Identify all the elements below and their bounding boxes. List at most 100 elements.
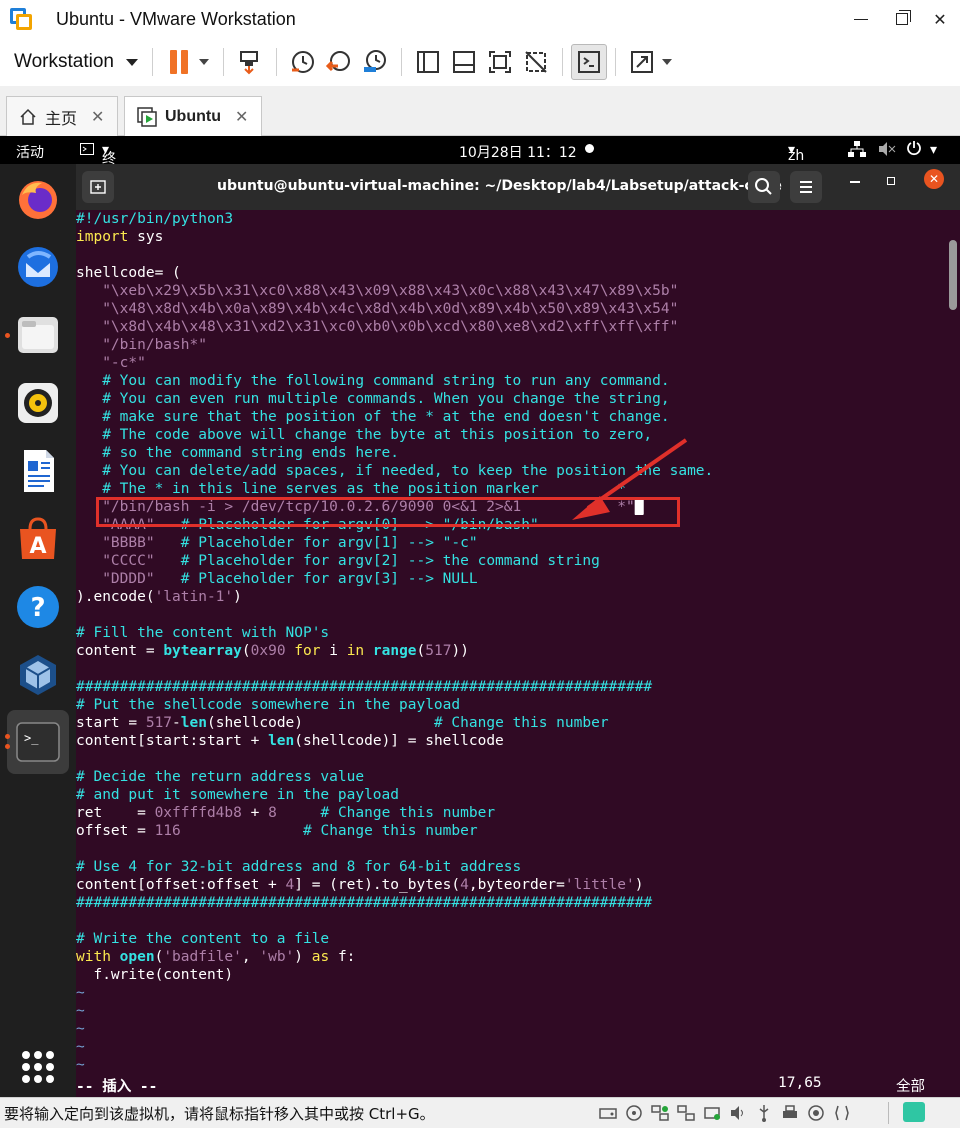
pause-button[interactable] <box>161 44 197 80</box>
workstation-menu[interactable]: Workstation <box>14 51 114 73</box>
terminal-console-icon <box>577 51 600 73</box>
revert-icon <box>325 51 350 72</box>
hamburger-menu-icon <box>800 181 812 193</box>
snapshot-button[interactable] <box>285 44 321 80</box>
scroll-position: 全部 <box>896 1079 925 1095</box>
vm-display[interactable]: 活动 终端 ▾ 10月28日 11：12 zh ▾ ▾ <box>0 136 960 1097</box>
chevron-down-icon[interactable] <box>125 58 138 66</box>
camera-icon[interactable] <box>806 1103 826 1123</box>
terminal-icon <box>80 142 94 159</box>
svg-text:?: ? <box>30 593 45 623</box>
activities-button[interactable]: 活动 <box>16 142 44 162</box>
close-icon[interactable]: ✕ <box>235 107 248 127</box>
snapshot-manager-button[interactable] <box>357 44 393 80</box>
device-icons <box>598 1103 852 1123</box>
svg-text:A: A <box>29 534 46 559</box>
volume-muted-icon[interactable] <box>878 142 896 160</box>
clock-snapshot-icon <box>291 51 314 73</box>
show-applications-icon[interactable] <box>14 1043 62 1091</box>
libreoffice-writer-icon[interactable] <box>14 447 62 495</box>
full-screen-button[interactable] <box>624 44 660 80</box>
window-title-bar: Ubuntu - VMware Workstation ✕ <box>0 0 960 38</box>
clock[interactable]: 10月28日 11：12 <box>459 142 577 162</box>
toolbar-divider <box>400 48 402 76</box>
tab-bar: 主页 ✕ Ubuntu ✕ <box>0 86 960 136</box>
fullscreen-icon <box>630 51 653 73</box>
annotation-arrow <box>572 438 688 520</box>
close-icon[interactable]: ✕ <box>922 0 958 38</box>
notification-dot <box>585 144 594 153</box>
vmware-toolbar: Workstation <box>0 38 960 86</box>
fit-window-icon <box>488 51 511 73</box>
maximize-icon[interactable] <box>884 0 920 38</box>
terminal-text-area[interactable]: #!/usr/bin/python3 import sys shellcode= (… <box>76 210 946 1097</box>
help-icon[interactable]: ? <box>14 583 62 631</box>
sidebar-toggle-button[interactable] <box>410 44 446 80</box>
running-indicator <box>5 734 10 739</box>
terminal-scrollbar[interactable] <box>949 240 957 310</box>
tab-label: Ubuntu <box>165 107 221 125</box>
tab-home[interactable]: 主页 ✕ <box>6 96 118 136</box>
cursor-position: 17,65 <box>778 1075 822 1091</box>
minimize-icon[interactable] <box>850 181 860 183</box>
app-menu[interactable]: 终端 ▾ <box>102 142 116 187</box>
new-tab-button[interactable] <box>82 171 114 203</box>
fit-guest-button[interactable] <box>482 44 518 80</box>
chevron-down-icon[interactable]: ▾ <box>930 142 937 158</box>
sidebar-icon <box>416 51 439 73</box>
rhythmbox-icon[interactable] <box>14 379 62 427</box>
input-method-label: zh <box>788 148 805 164</box>
printer-icon[interactable] <box>780 1103 800 1123</box>
unity-button[interactable] <box>518 44 554 80</box>
sound-icon[interactable] <box>728 1103 748 1123</box>
keyboard-send-icon <box>239 51 258 75</box>
maximize-icon[interactable] <box>887 177 895 185</box>
network-icon[interactable] <box>848 141 866 161</box>
toolbar-divider <box>222 48 224 76</box>
vim-status-line: -- 插入 -- 17,65 全部 <box>76 1075 946 1095</box>
toolbar-divider <box>614 48 616 76</box>
thunderbird-icon[interactable] <box>14 243 62 291</box>
power-icon[interactable] <box>906 140 922 160</box>
revert-snapshot-button[interactable] <box>321 44 357 80</box>
ubuntu-dock: A ? >_ <box>0 164 76 1097</box>
app-store-icon[interactable]: A <box>14 515 62 563</box>
files-icon[interactable] <box>14 311 62 359</box>
vm-icon <box>137 106 157 127</box>
toolbar-divider <box>151 48 153 76</box>
terminal-window[interactable]: ubuntu@ubuntu-virtual-machine: ~/Desktop… <box>76 164 960 1097</box>
firefox-icon[interactable] <box>14 175 62 223</box>
minimize-icon[interactable] <box>843 0 879 38</box>
toolbar-divider <box>275 48 277 76</box>
terminal-title: ubuntu@ubuntu-virtual-machine: ~/Desktop… <box>217 178 782 194</box>
vmware-logo-icon <box>10 8 32 30</box>
cd-icon[interactable] <box>624 1103 644 1123</box>
console-view-button[interactable] <box>570 44 607 80</box>
usb-controller-icon[interactable] <box>702 1103 722 1123</box>
message-log-icon[interactable] <box>903 1102 925 1122</box>
gnome-top-bar: 活动 终端 ▾ 10月28日 11：12 zh ▾ ▾ <box>0 136 960 187</box>
running-indicator <box>5 744 10 749</box>
chevron-down-icon[interactable] <box>198 59 209 65</box>
network-adapter-icon[interactable] <box>676 1103 696 1123</box>
input-method-menu[interactable]: zh ▾ <box>788 142 804 164</box>
virtualbox-icon[interactable] <box>14 651 62 699</box>
search-button[interactable] <box>748 171 780 203</box>
thumbnail-bar-button[interactable] <box>446 44 482 80</box>
terminal-icon[interactable]: >_ <box>14 718 62 766</box>
close-icon[interactable]: ✕ <box>91 107 104 127</box>
send-ctrl-alt-del-button[interactable] <box>232 44 268 80</box>
status-message: 要将输入定向到该虚拟机，请将鼠标指针移入其中或按 Ctrl+G。 <box>4 1105 435 1123</box>
close-icon[interactable]: ✕ <box>924 169 944 189</box>
hard-disk-icon[interactable] <box>598 1103 618 1123</box>
usb-icon[interactable] <box>754 1103 774 1123</box>
menu-button[interactable] <box>790 171 822 203</box>
display-icon[interactable] <box>832 1103 852 1123</box>
network-adapter-icon[interactable] <box>650 1103 670 1123</box>
snapshot-manager-icon <box>363 50 386 72</box>
search-icon <box>755 178 772 195</box>
status-divider <box>888 1102 889 1124</box>
toolbar-divider <box>561 48 563 76</box>
tab-ubuntu[interactable]: Ubuntu ✕ <box>124 96 262 136</box>
chevron-down-icon[interactable] <box>661 59 672 65</box>
